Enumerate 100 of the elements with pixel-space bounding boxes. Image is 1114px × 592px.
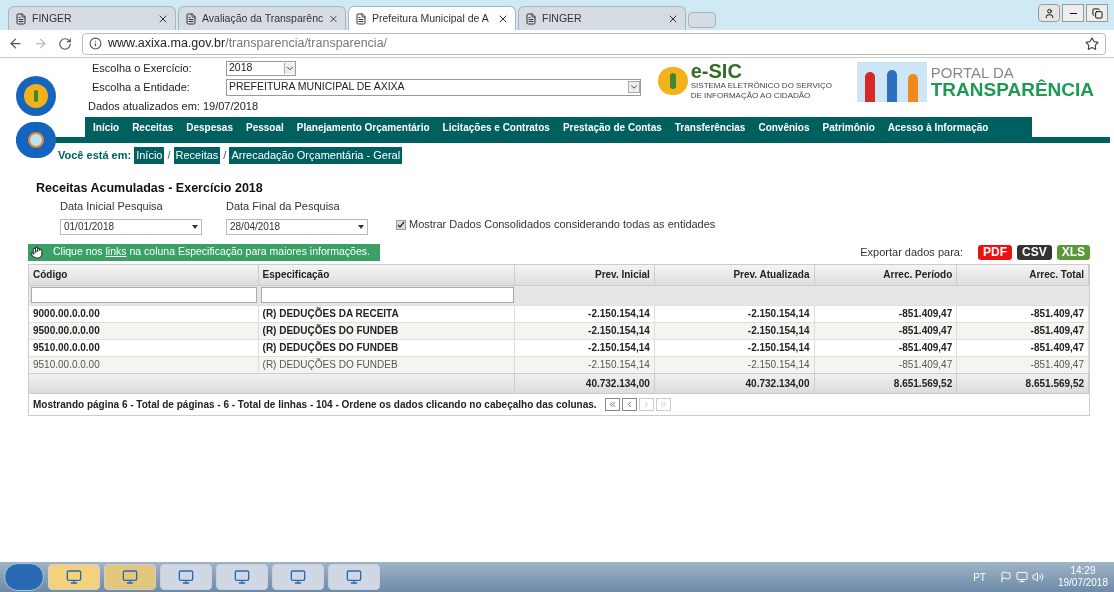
nav-link[interactable]: Acesso à Informação (887, 119, 989, 135)
table-cell: -2.150.154,14 (654, 305, 815, 322)
hand-pointer-icon (30, 245, 43, 259)
nav-link[interactable]: Licitações e Contratos (442, 119, 550, 135)
table-cell: -2.150.154,14 (515, 356, 655, 373)
browser-tab[interactable]: Avaliação da Transparênc (178, 6, 346, 30)
previous-page-icon[interactable] (621, 397, 637, 411)
breadcrumb-link[interactable]: Receitas (173, 147, 221, 164)
export-button[interactable]: PDF (977, 244, 1012, 260)
nav-link[interactable]: Planejamento Orçamentário (296, 119, 430, 135)
taskbar-app-icon[interactable] (104, 564, 156, 590)
export-label: Exportar dados para: (860, 245, 963, 260)
column-header[interactable]: Prev. Atualizada (654, 264, 815, 285)
nav-link[interactable]: Transferências (674, 119, 746, 135)
table-cell[interactable]: (R) DEDUÇÕES DO FUNDEB (258, 322, 516, 339)
browser-tab[interactable]: Prefeitura Municipal de A (348, 6, 516, 30)
taskbar-app-icon[interactable] (328, 564, 380, 590)
total-cell: 40.732.134,00 (515, 373, 655, 393)
portal-logo[interactable]: PORTAL DA TRANSPARÊNCIA (856, 62, 1094, 102)
dropdown-icon (192, 224, 198, 229)
updated-date: Dados atualizados em: 19/07/2018 (88, 98, 259, 114)
date-field[interactable]: 28/04/2018 (226, 218, 368, 235)
year-select[interactable]: 2018 (226, 60, 296, 76)
total-cell: 8.651.569,52 (814, 373, 958, 393)
table-cell: -851.409,47 (814, 356, 958, 373)
table-cell: -2.150.154,14 (654, 322, 815, 339)
total-cell: 8.651.569,52 (957, 373, 1089, 393)
profile-icon[interactable] (1043, 7, 1055, 19)
browser-tab[interactable]: FINGER (518, 6, 686, 30)
back-icon[interactable] (8, 36, 23, 51)
address-field[interactable]: www.axixa.ma.gov.br/transparencia/transparencia/ (82, 32, 1106, 55)
table-cell: -851.409,47 (957, 339, 1089, 356)
column-header[interactable]: Arrec. Total (957, 264, 1089, 285)
browser-tab[interactable]: FINGER (8, 6, 176, 30)
page-icon (185, 12, 197, 25)
table-cell[interactable]: (R) DEDUÇÕES DA RECEITA (258, 305, 516, 322)
column-header[interactable]: Código (29, 264, 259, 285)
pagination-summary: Mostrando página 6 - Total de páginas - 6 - Total de linhas - 104 - Ordene os dados clicando no cabeçalho das colunas. (33, 397, 597, 412)
bookmark-icon[interactable] (1085, 36, 1099, 51)
nav-link[interactable]: Prestação de Contas (562, 119, 662, 135)
table-cell: 9510.00.0.0.00 (29, 356, 259, 373)
breadcrumb-link[interactable]: Início (134, 147, 165, 164)
table-cell[interactable]: (R) DEDUÇÕES DO FUNDEB (258, 356, 516, 373)
taskbar-app-icon[interactable] (48, 564, 100, 590)
esic-logo[interactable]: e-SIC SISTEMA ELETRÔNICO DO SERVIÇO DE INFORMAÇÃO AO CIDADÃO (657, 64, 841, 98)
entity-select[interactable]: PREFEITURA MUNICIPAL DE AXIXA (226, 78, 641, 96)
table-cell: 9000.00.0.0.00 (29, 305, 259, 322)
breadcrumb-label: Você está em: (58, 148, 132, 163)
breadcrumb-separator: / (223, 148, 227, 163)
nav-link[interactable]: Pessoal (245, 119, 284, 135)
first-page-icon[interactable] (604, 397, 620, 411)
date-field[interactable]: 01/01/2018 (60, 218, 202, 235)
field-label: Escolha o Exercício: (91, 61, 193, 76)
table-cell: -851.409,47 (814, 305, 958, 322)
table-cell: -2.150.154,14 (515, 322, 655, 339)
checkbox-label: Mostrar Dados Consolidados considerando todas as entidades (409, 217, 716, 233)
breadcrumb-link[interactable]: Arrecadação Orçamentária - Geral (229, 147, 403, 164)
page-title: Receitas Acumuladas - Exercício 2018 (35, 179, 264, 197)
dropdown-icon (358, 224, 364, 229)
flag-icon[interactable] (999, 571, 1012, 583)
chevron-down-icon[interactable] (284, 62, 295, 74)
table-cell: -851.409,47 (814, 339, 958, 356)
table-cell: 9500.00.0.0.00 (29, 322, 259, 339)
page-icon (15, 12, 27, 25)
info-icon[interactable] (89, 37, 102, 50)
column-header[interactable]: Especificação (258, 264, 516, 285)
speaker-icon[interactable] (1031, 571, 1044, 583)
restore-icon[interactable] (1091, 7, 1103, 19)
chevron-down-icon[interactable] (628, 81, 640, 93)
page-icon (355, 12, 367, 25)
taskbar-app-icon[interactable] (160, 564, 212, 590)
taskbar-app-icon[interactable] (272, 564, 324, 590)
nav-link[interactable]: Despesas (186, 119, 233, 135)
field-label: Data Inicial Pesquisa (60, 199, 164, 215)
search-button[interactable] (16, 122, 56, 158)
table-cell: -851.409,47 (957, 356, 1089, 373)
table-cell: -2.150.154,14 (654, 356, 815, 373)
hint-banner: Clique nos links na coluna Especificação para maiores informações. (28, 243, 380, 261)
table-cell: -851.409,47 (814, 322, 958, 339)
table-cell: -2.150.154,14 (515, 339, 655, 356)
table-cell[interactable]: (R) DEDUÇÕES DO FUNDEB (258, 339, 516, 356)
column-header[interactable]: Arrec. Período (814, 264, 958, 285)
table-cell: -2.150.154,14 (515, 305, 655, 322)
nav-link[interactable]: Convênios (758, 119, 810, 135)
filter-field[interactable] (31, 287, 257, 304)
table-cell: 9510.00.0.0.00 (29, 339, 259, 356)
checkbox[interactable] (396, 219, 406, 230)
nav-link[interactable]: Início (93, 119, 120, 135)
reload-icon[interactable] (58, 36, 72, 51)
field-label: Escolha a Entidade: (91, 79, 191, 95)
column-header[interactable]: Prev. Inicial (515, 264, 655, 285)
total-cell: 40.732.134,00 (654, 373, 815, 393)
filter-field[interactable] (261, 287, 514, 304)
nav-link[interactable]: Patrimônio (822, 119, 875, 135)
breadcrumb-separator: / (167, 148, 171, 163)
nav-link[interactable]: Receitas (132, 119, 174, 135)
taskbar-app-icon[interactable] (216, 564, 268, 590)
info-button[interactable] (16, 76, 56, 116)
export-button[interactable]: CSV (1016, 244, 1052, 260)
start-button[interactable] (4, 563, 44, 591)
